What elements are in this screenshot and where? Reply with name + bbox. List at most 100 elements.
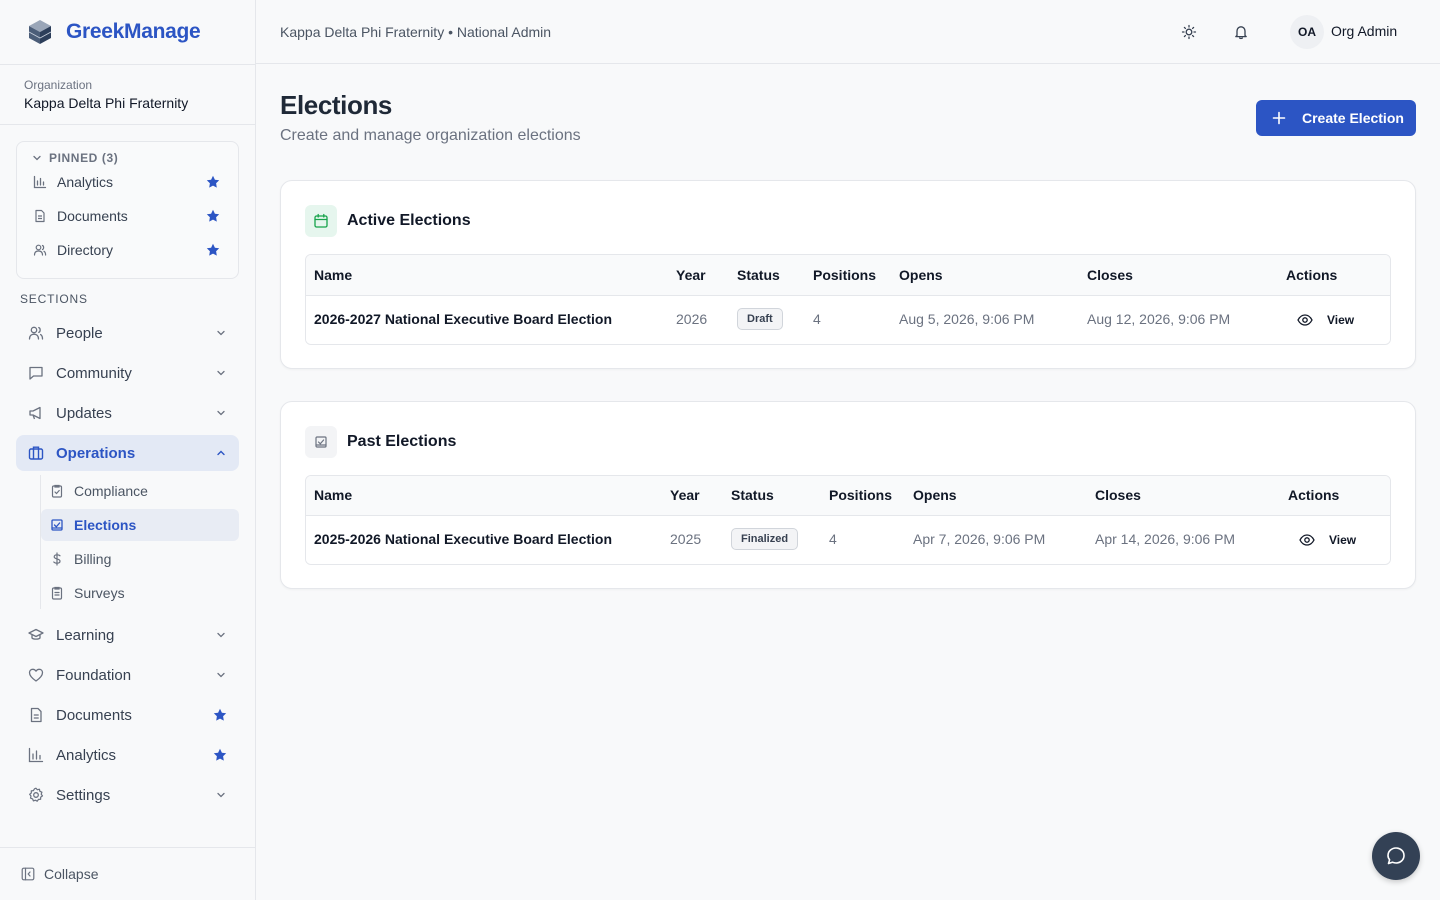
nav-item-documents[interactable]: Documents (16, 697, 239, 733)
chevron-down-icon (215, 327, 227, 339)
election-name: 2025-2026 National Executive Board Elect… (314, 531, 613, 547)
card-header: Active Elections (305, 205, 471, 237)
election-closes: Apr 14, 2026, 9:06 PM (1095, 531, 1236, 547)
avatar[interactable]: OA (1290, 15, 1324, 49)
nav-item-label: Learning (56, 626, 115, 644)
star-icon[interactable] (206, 209, 220, 223)
create-election-label: Create Election (1302, 110, 1404, 126)
file-icon (33, 209, 47, 223)
election-year: 2025 (670, 531, 702, 547)
subnav-item-compliance[interactable]: Compliance (41, 475, 239, 507)
nav-item-label: Operations (56, 444, 136, 462)
bar-chart-icon (33, 175, 47, 189)
chevron-down-icon (215, 407, 227, 419)
star-icon[interactable] (206, 243, 220, 257)
graduation-cap-icon (28, 627, 44, 643)
column-header-closes: Closes (1087, 267, 1133, 283)
heart-icon (28, 667, 44, 683)
nav-item-learning[interactable]: Learning (16, 617, 239, 653)
chevron-up-icon (215, 447, 227, 459)
nav-item-analytics[interactable]: Analytics (16, 737, 239, 773)
view-label: View (1327, 313, 1355, 327)
user-name[interactable]: Org Admin (1331, 23, 1397, 39)
past-elections-card: Past Elections Name Year Status Position… (280, 401, 1416, 589)
bar-chart-icon (28, 747, 44, 763)
pinned-header[interactable]: PINNED (3) (17, 142, 238, 165)
pinned-item-directory[interactable]: Directory (17, 233, 238, 267)
nav-item-foundation[interactable]: Foundation (16, 657, 239, 693)
chevron-down-icon (215, 789, 227, 801)
pinned-item-analytics[interactable]: Analytics (17, 165, 238, 199)
subnav-item-label: Elections (74, 517, 137, 533)
sidebar: GreekManage Organization Kappa Delta Phi… (0, 0, 256, 900)
table-row[interactable]: 2026-2027 National Executive Board Elect… (306, 296, 1390, 344)
election-closes: Aug 12, 2026, 9:06 PM (1087, 311, 1231, 327)
collapse-sidebar-button[interactable]: Collapse (0, 847, 255, 900)
brand[interactable]: GreekManage (0, 0, 255, 64)
star-icon[interactable] (213, 748, 227, 762)
organization-switcher[interactable]: Organization Kappa Delta Phi Fraternity (0, 64, 255, 125)
briefcase-icon (28, 445, 44, 461)
star-icon[interactable] (206, 175, 220, 189)
dollar-icon (50, 552, 64, 566)
view-button[interactable]: View (1297, 308, 1354, 332)
create-election-button[interactable]: Create Election (1256, 100, 1416, 136)
sun-icon (1181, 24, 1197, 40)
subnav-item-elections[interactable]: Elections (41, 509, 239, 541)
subnav-item-billing[interactable]: Billing (41, 543, 239, 575)
active-elections-table: Name Year Status Positions Opens Closes … (305, 254, 1391, 345)
plus-icon (1272, 111, 1286, 125)
star-icon[interactable] (213, 708, 227, 722)
table-header: Name Year Status Positions Opens Closes … (306, 255, 1390, 296)
pinned-item-documents[interactable]: Documents (17, 199, 238, 233)
column-header-opens: Opens (899, 267, 943, 283)
chat-bubble-icon (1385, 845, 1407, 867)
nav-item-label: Settings (56, 786, 111, 804)
column-header-actions: Actions (1286, 267, 1338, 283)
column-header-status: Status (731, 487, 774, 503)
chevron-down-icon (215, 367, 227, 379)
eye-icon (1297, 312, 1313, 328)
election-name: 2026-2027 National Executive Board Elect… (314, 311, 613, 327)
page-subtitle: Create and manage organization elections (280, 127, 581, 144)
status-badge: Draft (737, 308, 783, 330)
card-title: Past Elections (347, 433, 457, 450)
chevron-down-icon (31, 152, 43, 164)
message-square-icon (28, 365, 44, 381)
gear-icon (28, 787, 44, 803)
chat-button[interactable] (1372, 832, 1420, 880)
nav-item-label: People (56, 324, 103, 342)
nav-item-label: Community (56, 364, 132, 382)
subnav-item-label: Billing (74, 551, 112, 567)
nav-item-settings[interactable]: Settings (16, 777, 239, 813)
election-positions: 4 (813, 311, 821, 327)
status-badge: Finalized (731, 528, 799, 550)
nav-item-community[interactable]: Community (16, 355, 239, 391)
subnav-item-label: Compliance (74, 483, 148, 499)
organization-label: Organization (24, 78, 93, 92)
nav-item-operations[interactable]: Operations (16, 435, 239, 471)
subnav-item-surveys[interactable]: Surveys (41, 577, 239, 609)
view-button[interactable]: View (1299, 528, 1356, 552)
brand-name: GreekManage (66, 20, 201, 43)
view-label: View (1329, 533, 1357, 547)
table-header: Name Year Status Positions Opens Closes … (306, 476, 1390, 516)
nav-item-people[interactable]: People (16, 315, 239, 351)
nav-item-label: Foundation (56, 666, 132, 684)
pinned-item-label: Documents (57, 208, 128, 224)
column-header-year: Year (670, 487, 700, 503)
pinned-header-label: PINNED (3) (49, 151, 119, 165)
breadcrumb: Kappa Delta Phi Fraternity • National Ad… (280, 23, 552, 40)
panel-collapse-icon (21, 867, 35, 881)
notifications-button[interactable] (1229, 20, 1253, 44)
column-header-year: Year (676, 267, 706, 283)
column-header-name: Name (314, 487, 353, 503)
subnav-item-label: Surveys (74, 585, 125, 601)
collapse-label: Collapse (44, 866, 99, 882)
theme-toggle-button[interactable] (1177, 20, 1201, 44)
column-header-positions: Positions (829, 487, 893, 503)
table-row[interactable]: 2025-2026 National Executive Board Elect… (306, 516, 1390, 564)
megaphone-icon (28, 405, 44, 421)
bell-icon (1233, 24, 1249, 40)
nav-item-updates[interactable]: Updates (16, 395, 239, 431)
